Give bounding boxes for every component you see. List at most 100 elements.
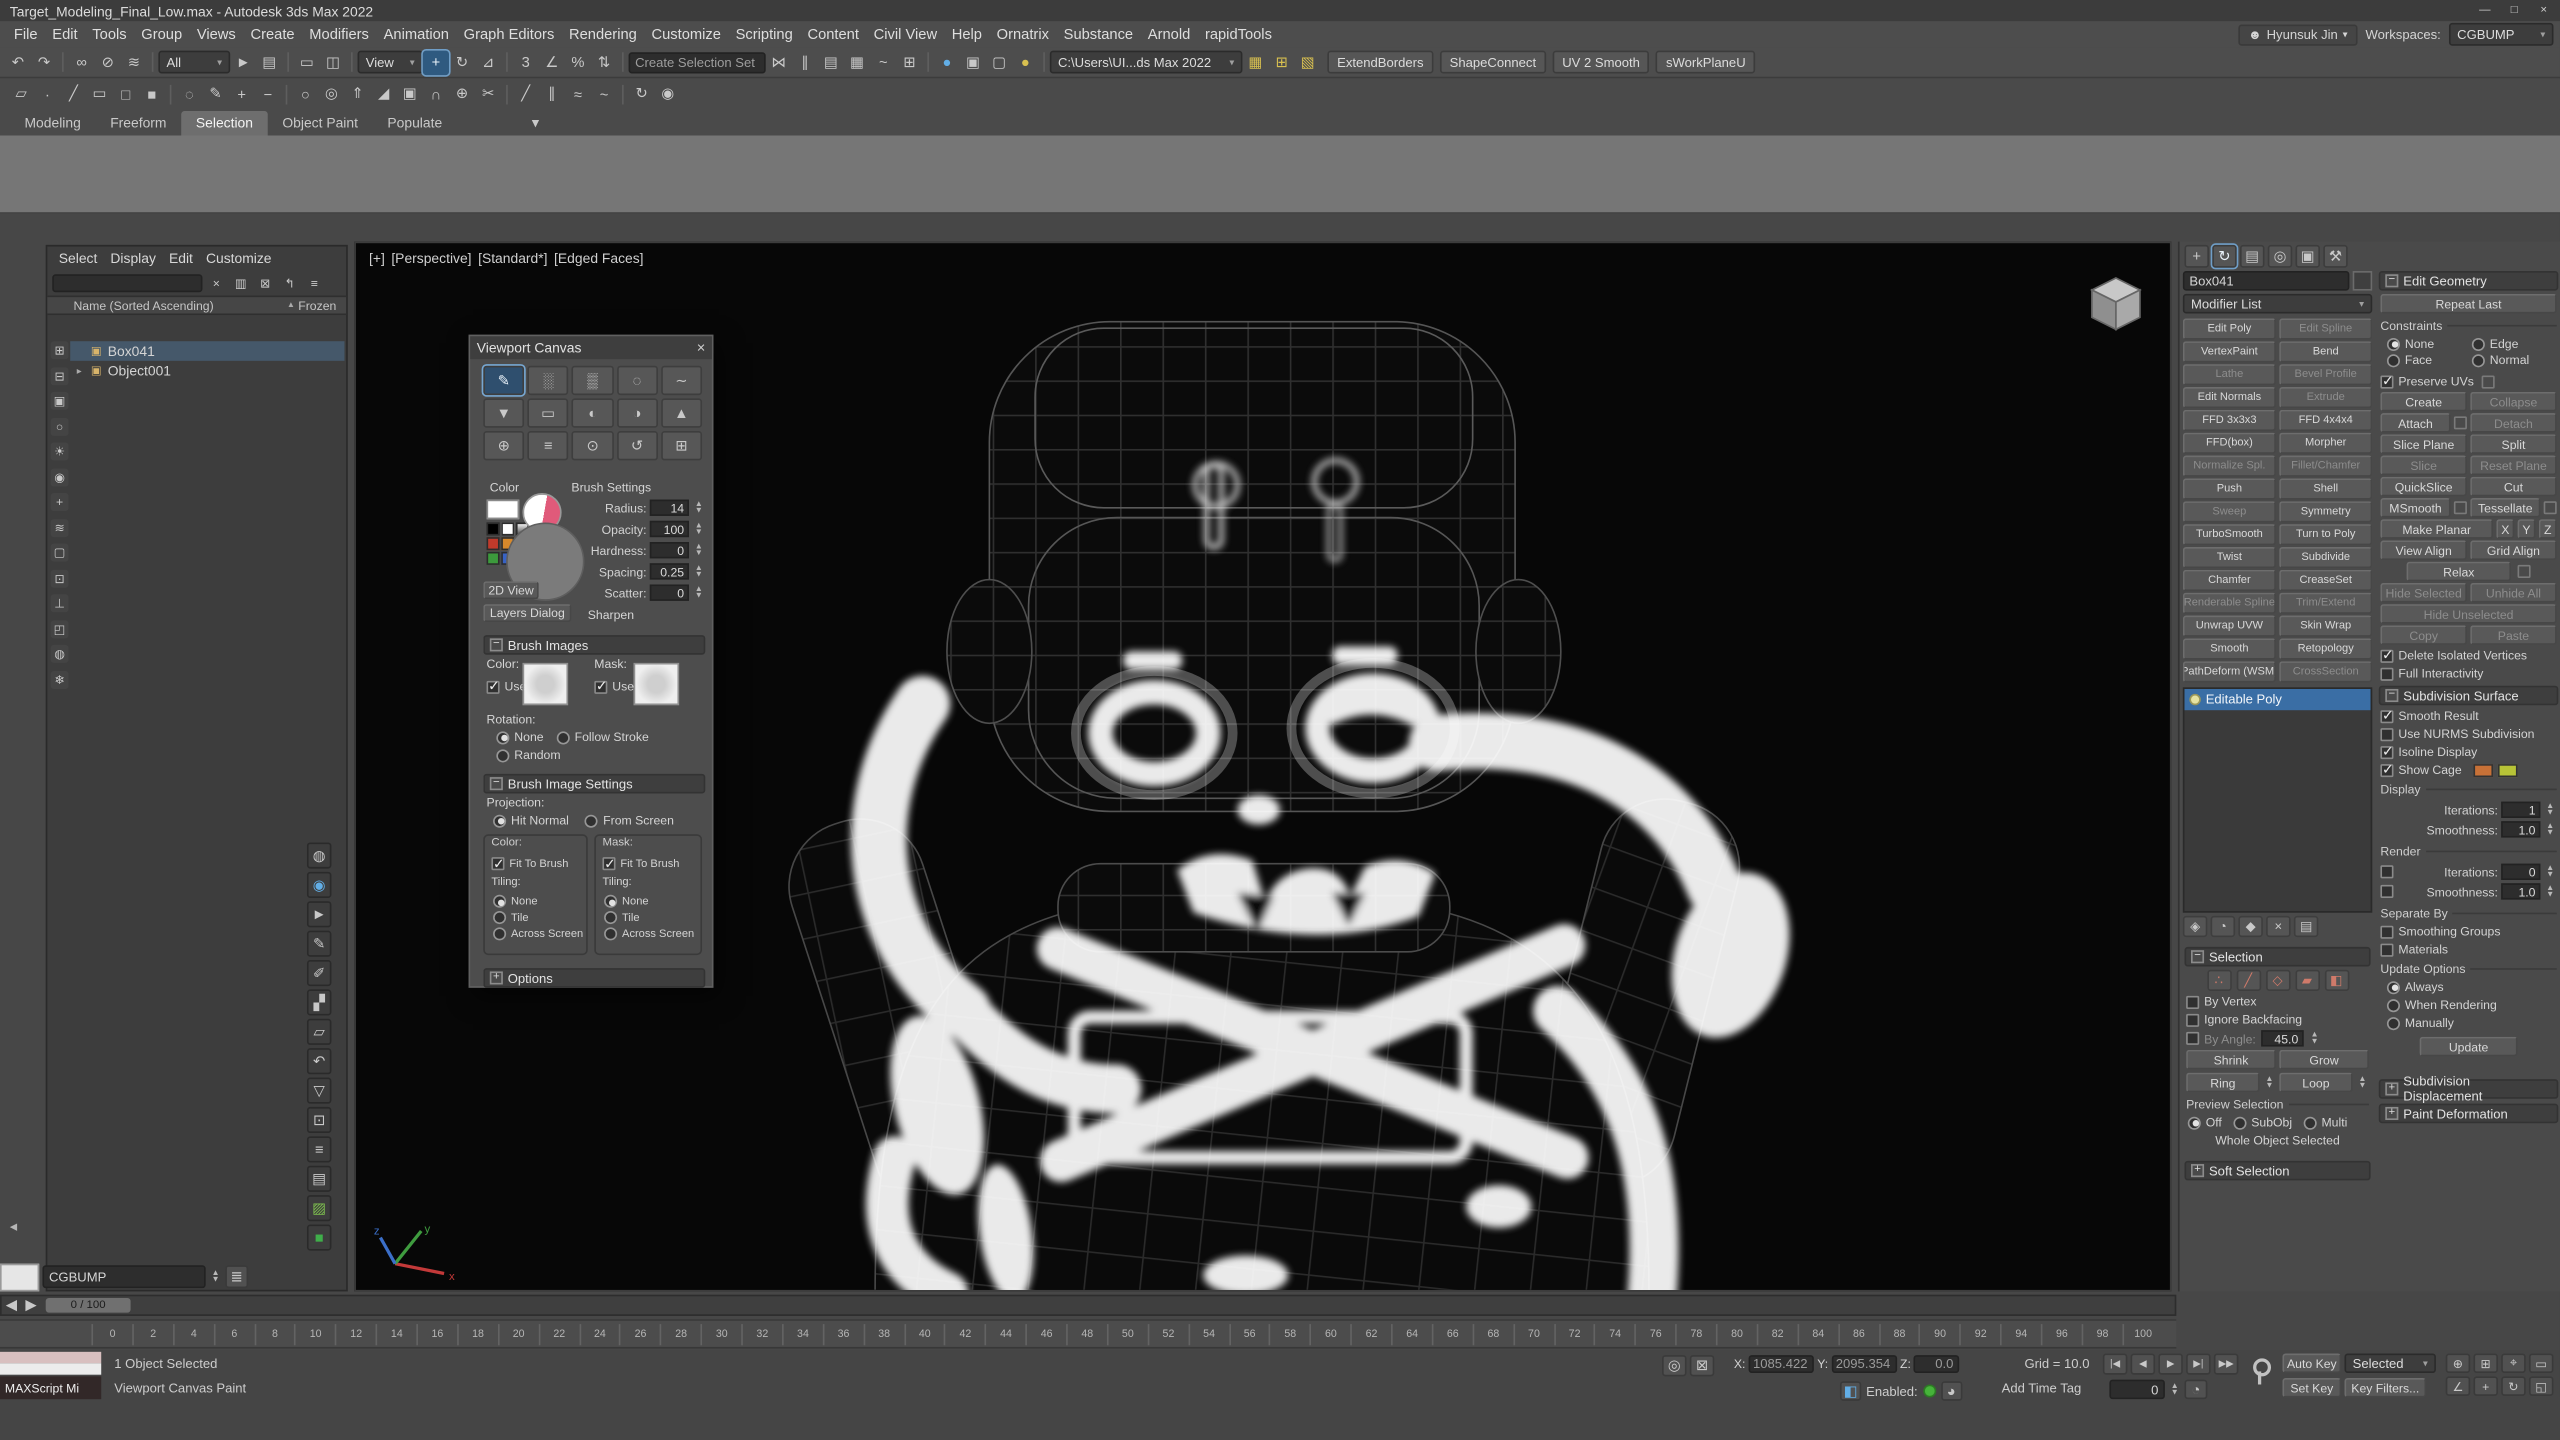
subdivision-surface-rollout-header[interactable]: − Subdivision Surface [2379,686,2559,706]
menu-item[interactable]: Modifiers [302,26,376,42]
radio-button[interactable] [585,814,598,827]
x-coordinate-field[interactable]: 1085.422 [1749,1355,1814,1373]
collapse-icon[interactable]: − [2385,689,2398,702]
settings-box-button[interactable] [2454,416,2467,429]
radio-button[interactable] [604,911,617,924]
color-brush-thumbnail[interactable] [522,663,568,705]
render-smoothness-checkbox[interactable] [2380,885,2393,898]
preview-selection-radio[interactable]: Off [2188,1115,2222,1130]
panel-collapse-arrow-icon[interactable]: ◂ [10,1218,17,1236]
modifier-button[interactable]: Shell [2279,478,2372,499]
radio-button[interactable] [2472,337,2485,350]
object-name-field[interactable]: Box041 [2183,271,2350,291]
maximize-viewport-icon[interactable]: ◱ [2529,1376,2553,1396]
layers-dialog-button[interactable]: Layers Dialog [483,604,571,622]
select-cursor-icon[interactable]: ► [307,901,331,927]
history-tool[interactable]: ↺ [616,431,657,460]
layer-color-swatch[interactable] [0,1263,39,1291]
marker-icon[interactable]: ▞ [307,989,331,1015]
use-color-checkbox-row[interactable]: Use [487,679,527,694]
polygon-modeling-icon[interactable]: ▱ [8,82,34,106]
layers-icon[interactable]: ≡ [307,1136,331,1162]
smooth-result-checkbox[interactable] [2380,709,2393,722]
render-setup-icon[interactable]: ▣ [960,50,986,74]
edit-geometry-button[interactable]: Cut [2470,477,2557,497]
constraint-radio[interactable]: None [2387,336,2465,351]
materials-checkbox[interactable] [2380,943,2393,956]
update-option-radio[interactable]: Manually [2387,1016,2550,1031]
collapse-icon[interactable]: − [490,638,503,651]
gradient-icon[interactable]: ▨ [307,1195,331,1221]
explorer-row[interactable]: ▣ Box041 [70,341,344,361]
explorer-menu-item[interactable]: Customize [199,250,278,266]
radio-button[interactable] [2387,337,2400,350]
vertex-subobject-icon[interactable]: ∴ [2207,970,2231,991]
percent-snap-icon[interactable]: % [565,50,591,74]
2d-view-button[interactable]: 2D View [483,581,539,599]
loop-selection-icon[interactable]: ○ [292,82,318,106]
repeat-last-icon[interactable]: ↻ [629,82,655,106]
trash-icon[interactable]: ▽ [307,1078,331,1104]
relax-brush-icon[interactable]: ≈ [565,82,591,106]
constraint-radio[interactable]: Face [2387,353,2465,368]
spinner-arrows[interactable]: ▲▼ [209,1269,222,1284]
ring-selection-icon[interactable]: ◎ [318,82,344,106]
scene-script-icon-2[interactable]: ⊞ [1269,50,1295,74]
weld-icon[interactable]: ⊕ [449,82,475,106]
tiling-radio[interactable]: None [604,895,694,908]
radio-button[interactable] [496,731,509,744]
repeat-last-button[interactable]: Repeat Last [2380,294,2556,314]
expand-icon[interactable]: + [490,971,503,984]
explorer-display-containers-icon[interactable]: ◰ [51,620,69,638]
show-end-result-icon[interactable]: ◔ [2211,916,2235,937]
lock-explorer-icon[interactable]: ⊠ [255,273,276,293]
explorer-menu-item[interactable]: Edit [162,250,199,266]
rectangular-selection-icon[interactable]: ▭ [294,50,320,74]
eraser-icon[interactable]: ▱ [307,1019,331,1045]
y-coordinate-field[interactable]: 2095.354 [1831,1355,1896,1373]
minimize-button[interactable]: — [2472,2,2498,20]
ribbon-toggle-icon[interactable]: ▦ [844,50,870,74]
snaps-toggle-icon[interactable]: 3 [513,50,539,74]
modifier-button[interactable]: Renderable Spline [2183,593,2276,614]
grid-align-button[interactable]: Grid Align [2470,540,2557,560]
rotation-radio[interactable]: Follow Stroke [557,730,649,745]
palette-icon[interactable]: ▤ [307,1166,331,1192]
smooth-result-row[interactable]: Smooth Result [2380,709,2556,724]
settings-box-button[interactable] [2454,501,2467,514]
unlink-selection-icon[interactable]: ⊘ [95,50,121,74]
edit-geometry-button[interactable]: Split [2470,434,2557,454]
full-interactivity-checkbox[interactable] [2380,667,2393,680]
modifier-button[interactable]: Bend [2279,341,2372,362]
custom-script-button[interactable]: ShapeConnect [1440,51,1546,74]
setting-value-field[interactable]: 0 [650,584,689,600]
select-by-name-icon[interactable]: ▤ [256,50,282,74]
tiling-radio[interactable]: Across Screen [493,927,583,940]
user-account-button[interactable]: ☻ Hyunsuk Jin ▾ [2238,24,2357,45]
render-iterations-checkbox[interactable] [2380,865,2393,878]
radio-button[interactable] [496,749,509,762]
menu-item[interactable]: Content [800,26,866,42]
material-editor-icon[interactable]: ● [934,50,960,74]
explorer-display-geometry-icon[interactable]: ▣ [51,392,69,410]
ribbon-tab[interactable]: Object Paint [268,111,373,135]
delete-isolated-vertices-checkbox[interactable] [2380,649,2393,662]
delete-isolated-vertices-row[interactable]: Delete Isolated Vertices [2380,648,2556,663]
named-selection-set-field[interactable]: Create Selection Set [629,51,766,72]
spinner-arrows[interactable]: ▲▼ [692,585,705,600]
modifier-button[interactable]: Skin Wrap [2279,616,2372,637]
modifier-button[interactable]: VertexPaint [2183,341,2276,362]
isoline-display-row[interactable]: Isoline Display [2380,744,2556,759]
schematic-view-icon[interactable]: ⊞ [896,50,922,74]
element-mode-icon[interactable]: ■ [139,82,165,106]
modifier-button[interactable]: Unwrap UVW [2183,616,2276,637]
paint-deformation-rollout-header[interactable]: + Paint Deformation [2379,1104,2559,1124]
spinner-snap-icon[interactable]: ⇅ [591,50,617,74]
modifier-button[interactable]: Retopology [2279,638,2372,659]
explorer-settings-icon[interactable]: ≡ [304,273,325,293]
explorer-display-none-icon[interactable]: ⊟ [51,367,69,385]
grow-selection-icon[interactable]: + [229,82,255,106]
zoom-region-icon[interactable]: ▭ [2529,1353,2553,1373]
close-icon[interactable]: × [697,340,706,356]
radio-button[interactable] [2387,353,2400,366]
